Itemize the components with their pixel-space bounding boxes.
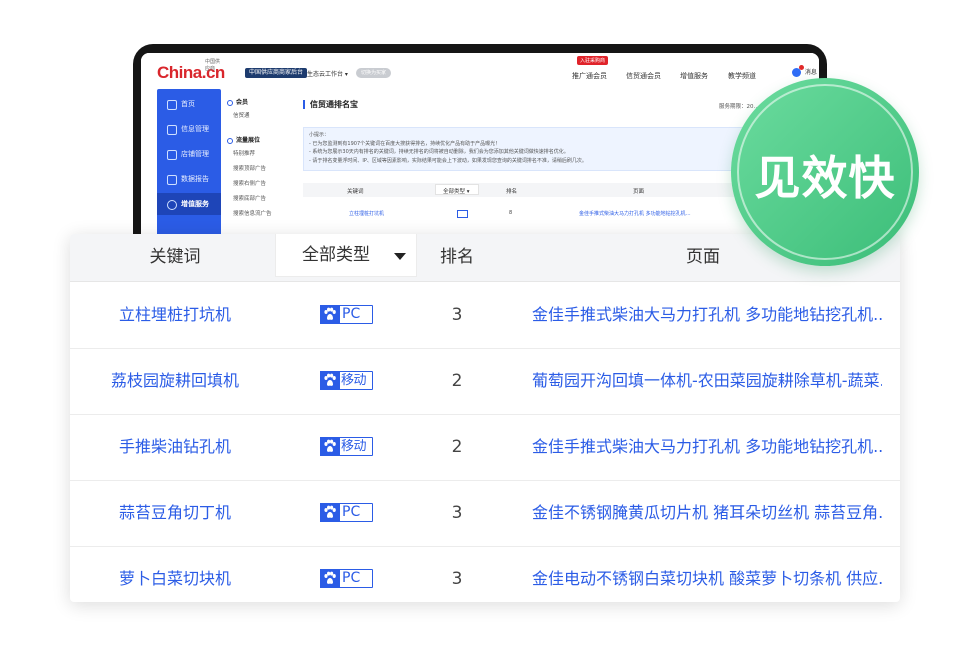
- hot-tag-badge: 入驻采购商: [577, 56, 609, 65]
- submenu-item[interactable]: 搜索顶部广告: [233, 164, 266, 172]
- effect-badge: 见效快: [731, 78, 919, 266]
- sidebar-item-info[interactable]: 信息管理: [157, 118, 221, 140]
- logo-subtitle: 中国供应商: [205, 59, 221, 72]
- pc-type-tag: PC: [320, 569, 373, 588]
- table-row: 手推柴油钻孔机 移动 2 金佳手推式柴油大马力打孔机 多功能地钻挖孔机...: [70, 414, 900, 481]
- mini-header-page: 页面: [633, 189, 645, 195]
- type-badge: 移动: [320, 348, 375, 414]
- page-link[interactable]: 葡萄园开沟回填一体机-农田菜园旋耕除草机-蔬菜...: [532, 348, 882, 414]
- table-row: 萝卜白菜切块机 PC 3 金佳电动不锈钢白菜切块机 酸菜萝卜切条机 供应...: [70, 546, 900, 602]
- notification-dot: [799, 65, 804, 70]
- table-row: 蒜苔豆角切丁机 PC 3 金佳不锈钢腌黄瓜切片机 猪耳朵切丝机 蒜苔豆角...: [70, 480, 900, 547]
- type-badge: 移动: [320, 414, 375, 480]
- type-label: 移动: [341, 373, 367, 388]
- mobile-type-tag: 移动: [320, 371, 373, 390]
- baidu-paw-icon: [320, 569, 340, 588]
- header-keyword: 关键词: [149, 247, 201, 267]
- table-row: 立柱埋桩打坑机 PC 3 金佳手推式柴油大马力打孔机 多功能地钻挖孔机...: [70, 282, 900, 349]
- eco-workbench-menu[interactable]: 生态云工作台 ▾: [307, 69, 348, 78]
- rank-value: 2: [451, 371, 463, 391]
- ranking-table-card: 关键词 全部类型 排名 页面 立柱埋桩打坑机 PC 3 金佳手推式柴油大马力打孔机 多…: [70, 234, 900, 602]
- sidebar-item-value-added[interactable]: 增值服务: [157, 193, 221, 215]
- heart-icon: [167, 200, 177, 210]
- shop-icon: [167, 150, 177, 160]
- badge-text: 见效快: [754, 151, 896, 205]
- mini-table-header: 关键词 全部类型 ▾ 排名 页面: [303, 183, 773, 197]
- switch-buyer-button[interactable]: 切换为买家: [356, 68, 392, 78]
- keyword-link[interactable]: 荔枝园旋耕回填机: [70, 348, 280, 414]
- submenu-item[interactable]: 搜索底部广告: [233, 194, 266, 202]
- pc-type-tag: PC: [320, 503, 373, 522]
- submenu-item[interactable]: 特别推荐: [233, 149, 255, 157]
- submenu-group-member: 会员: [227, 97, 248, 106]
- tips-line: - 请于排名变量浮时间、IP、区域等因素影响，实际结果可能会上下波动，如果发现您…: [309, 157, 587, 164]
- top-navigation: China.cn 中国供应商 中国供应商商家后台 生态云工作台 ▾ 切换为买家 …: [141, 53, 819, 89]
- mini-header-keyword: 关键词: [347, 189, 364, 195]
- mini-table-row: 立柱埋桩打坑机 8 金佳手推式柴油大马力打孔机 多功能地钻挖孔机…: [303, 207, 773, 221]
- keyword-link[interactable]: 手推柴油钻孔机: [70, 414, 280, 480]
- type-badge: PC: [320, 546, 375, 602]
- baidu-paw-icon: [320, 503, 340, 522]
- rank-value: 3: [451, 569, 463, 589]
- chart-icon: [167, 175, 177, 185]
- page-link[interactable]: 金佳手推式柴油大马力打孔机 多功能地钻挖孔机...: [532, 282, 882, 348]
- type-label: PC: [342, 306, 361, 322]
- tips-line: - 系统为您展示30天内有排名的关键词，持续无排名的词将被自动删除，我们会为您添…: [309, 149, 569, 155]
- table-row: 荔枝园旋耕回填机 移动 2 葡萄园开沟回填一体机-农田菜园旋耕除草机-蔬菜...: [70, 348, 900, 415]
- nav-promote-member[interactable]: 推广通会员: [572, 71, 607, 81]
- mini-rank: 8: [509, 210, 513, 216]
- type-label: 移动: [341, 439, 367, 454]
- site-logo[interactable]: China.cn 中国供应商: [157, 59, 225, 83]
- submenu-item[interactable]: 搜索右侧广告: [233, 179, 266, 187]
- tips-line: - 已为您监测到有1907个关键词在百度大搜获得排名，持续优化产品有助于产品曝光…: [309, 140, 501, 147]
- type-label: PC: [342, 504, 361, 520]
- mobile-type-tag: 移动: [320, 437, 373, 456]
- sidebar-item-home[interactable]: 首页: [157, 93, 221, 115]
- header-rank: 排名: [440, 247, 474, 267]
- page-link[interactable]: 金佳不锈钢腌黄瓜切片机 猪耳朵切丝机 蒜苔豆角...: [532, 480, 882, 546]
- type-label: PC: [342, 570, 361, 586]
- keyword-link[interactable]: 萝卜白菜切块机: [70, 546, 280, 602]
- page-link[interactable]: 金佳电动不锈钢白菜切块机 酸菜萝卜切条机 供应...: [532, 546, 882, 602]
- rank-value: 3: [451, 503, 463, 523]
- keyword-link[interactable]: 立柱埋桩打坑机: [70, 282, 280, 348]
- type-badge: PC: [320, 282, 375, 348]
- mini-header-rank: 排名: [506, 189, 518, 195]
- nav-teaching[interactable]: 教学频道: [728, 71, 756, 81]
- type-filter-dropdown[interactable]: 全部类型: [275, 234, 417, 277]
- messages-button[interactable]: 消息: [792, 65, 817, 77]
- page-link[interactable]: 金佳手推式柴油大马力打孔机 多功能地钻挖孔机...: [532, 414, 882, 480]
- panel-title: 信贸通排名宝: [303, 100, 358, 109]
- rank-value: 2: [451, 437, 463, 457]
- submenu-item[interactable]: 搜索信息流广告: [233, 209, 272, 217]
- mini-keyword-link[interactable]: 立柱埋桩打坑机: [349, 210, 384, 217]
- pc-type-tag: PC: [320, 305, 373, 324]
- baidu-paw-icon: [320, 371, 340, 390]
- submenu-group-traffic: 流量展位: [227, 135, 260, 144]
- message-icon: [792, 65, 804, 77]
- pc-icon: [457, 210, 468, 218]
- seller-hub-badge: 中国供应商商家后台: [245, 68, 308, 78]
- sidebar-item-shop[interactable]: 店铺管理: [157, 143, 221, 165]
- mini-page-link[interactable]: 金佳手推式柴油大马力打孔机 多功能地钻挖孔机…: [579, 210, 691, 217]
- rank-value: 3: [451, 305, 463, 325]
- chevron-down-icon: [394, 253, 406, 260]
- submenu-item[interactable]: 信贸通: [233, 111, 250, 119]
- nav-value-added[interactable]: 增值服务: [680, 71, 708, 81]
- baidu-paw-icon: [320, 305, 340, 324]
- baidu-paw-icon: [320, 437, 340, 456]
- service-expiry: 服务期限：20…: [719, 104, 759, 110]
- document-icon: [167, 125, 177, 135]
- type-badge: PC: [320, 480, 375, 546]
- home-icon: [167, 100, 177, 110]
- tips-line: 小提示：: [309, 132, 330, 138]
- tips-box: 小提示： - 已为您监测到有1907个关键词在百度大搜获得排名，持续优化产品有助…: [303, 127, 773, 171]
- nav-trade-member[interactable]: 信贸通会员: [626, 71, 661, 81]
- sidebar-item-reports[interactable]: 数据报告: [157, 168, 221, 190]
- keyword-link[interactable]: 蒜苔豆角切丁机: [70, 480, 280, 546]
- mini-type-dropdown[interactable]: 全部类型 ▾: [435, 184, 479, 195]
